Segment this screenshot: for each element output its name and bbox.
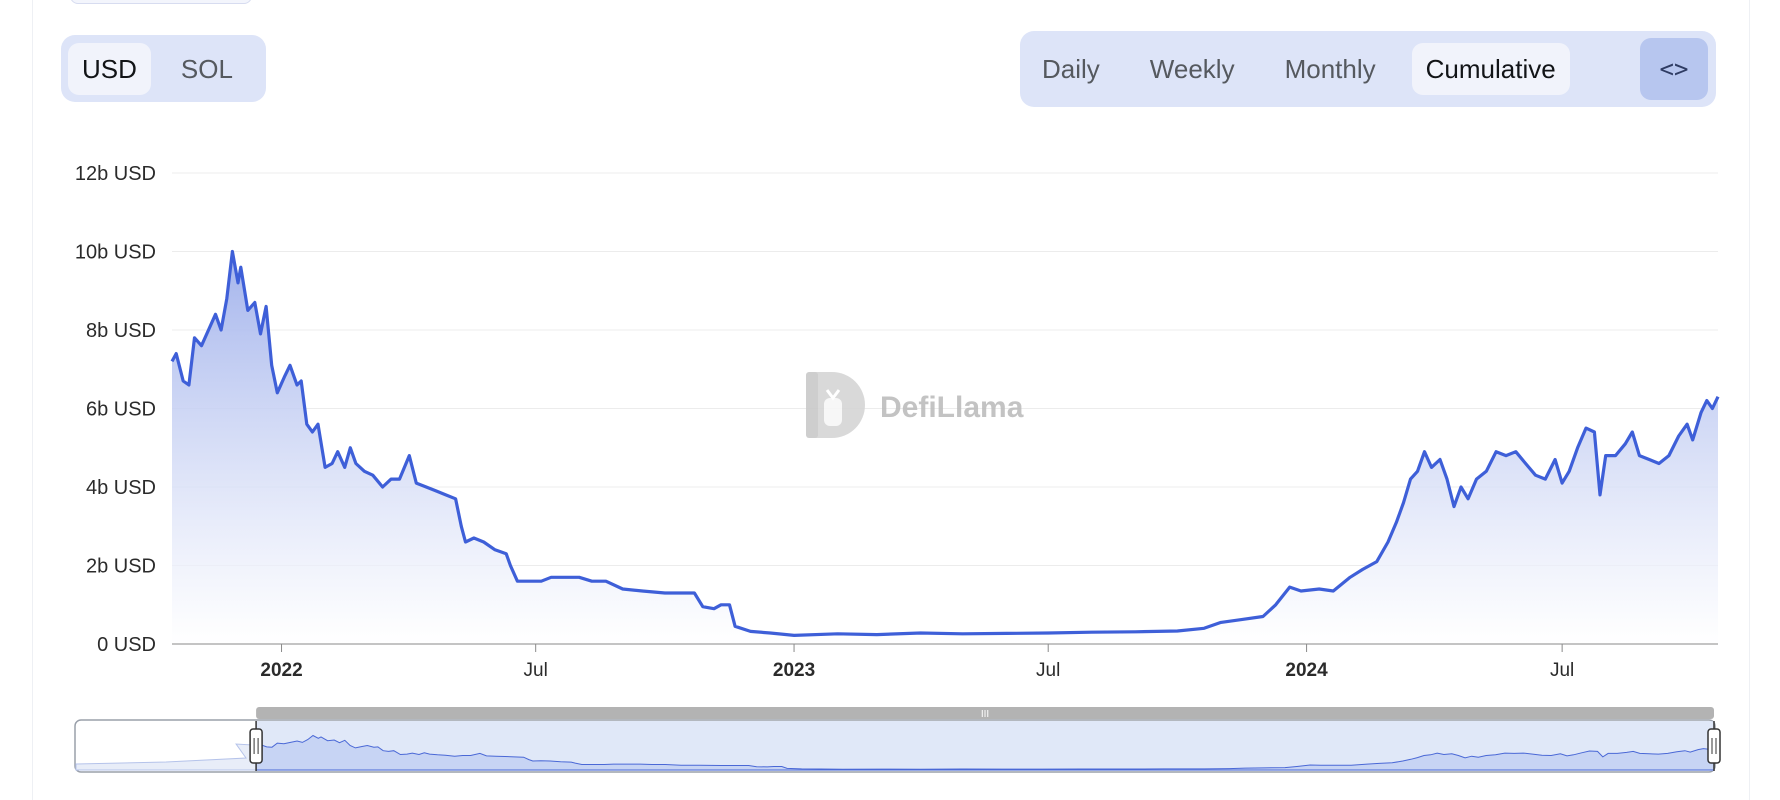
llama-logo-icon — [806, 372, 865, 438]
scrollbar-grip-icon: III — [981, 709, 989, 720]
x-tick-label: Jul — [524, 660, 548, 681]
y-tick-label: 4b USD — [86, 477, 156, 499]
handle-grip-icon[interactable] — [249, 728, 263, 764]
x-tick-label: 2024 — [1285, 660, 1328, 681]
y-tick-label: 12b USD — [75, 163, 156, 185]
watermark: DefiLlama — [806, 372, 1024, 438]
watermark-text: DefiLlama — [880, 391, 1024, 424]
y-tick-label: 6b USD — [86, 399, 156, 421]
x-tick-label: Jul — [1036, 660, 1060, 681]
zoom-navigator[interactable]: III — [74, 707, 1721, 773]
y-axis-ticks: 0 USD 2b USD 4b USD 6b USD 8b USD 10b USD 12b … — [75, 163, 156, 656]
y-tick-label: 0 USD — [97, 634, 156, 656]
y-tick-label: 8b USD — [86, 320, 156, 342]
navigator-handle-left[interactable] — [249, 721, 263, 771]
y-tick-label: 10b USD — [75, 242, 156, 264]
x-tick-label: 2023 — [773, 660, 815, 681]
series-area — [172, 251, 1718, 644]
x-axis-ticks: 2022 Jul 2023 Jul 2024 Jul — [260, 644, 1574, 681]
handle-grip-icon[interactable] — [1707, 728, 1721, 764]
chart-svg: 0 USD 2b USD 4b USD 6b USD 8b USD 10b USD 12b … — [74, 163, 1721, 773]
y-tick-label: 2b USD — [86, 556, 156, 578]
navigator-handle-right[interactable] — [1707, 721, 1721, 771]
x-tick-label: Jul — [1550, 660, 1574, 681]
x-tick-label: 2022 — [260, 660, 302, 681]
